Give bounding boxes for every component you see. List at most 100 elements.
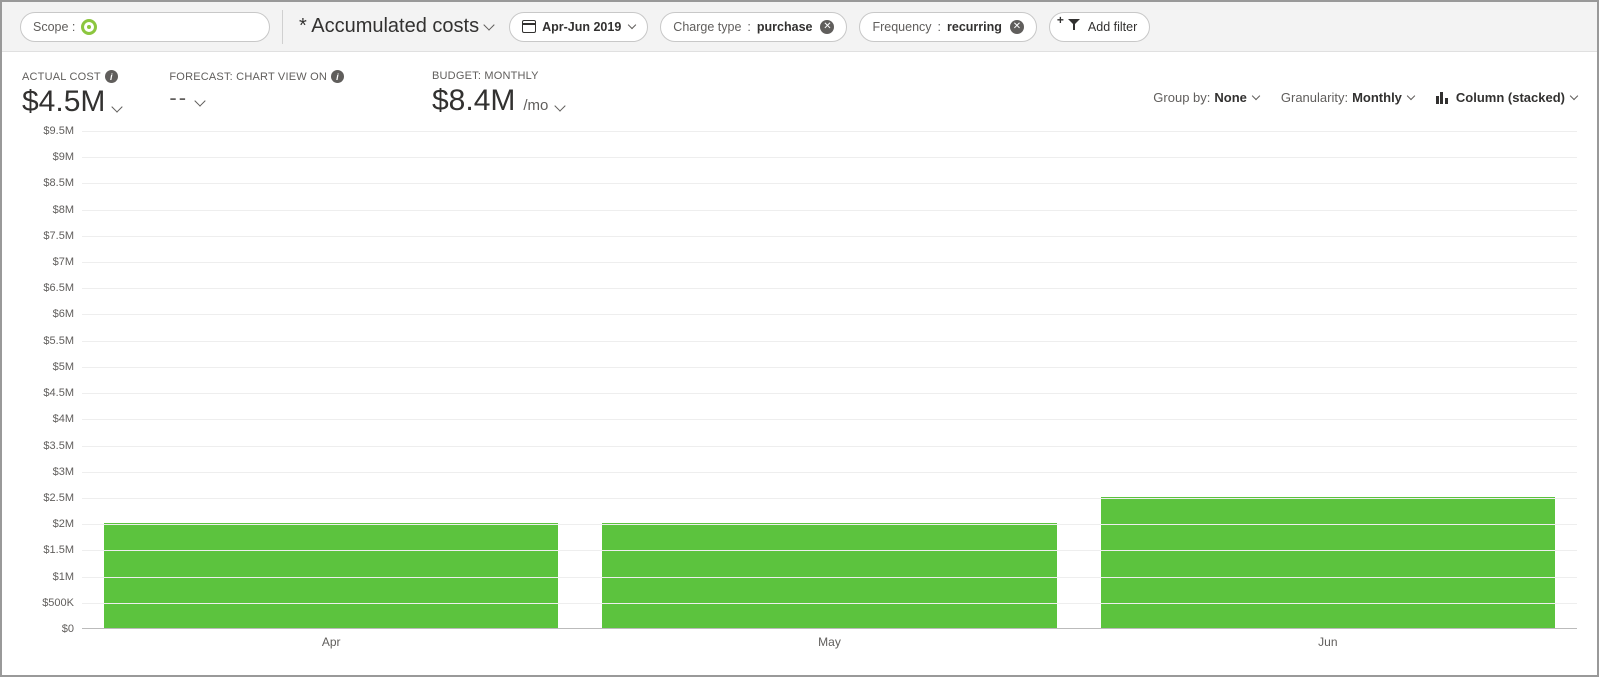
gridline — [82, 341, 1577, 342]
close-icon[interactable]: ✕ — [1010, 20, 1024, 34]
filter-colon: : — [747, 20, 750, 34]
filter-value: purchase — [757, 20, 813, 34]
gridline — [82, 157, 1577, 158]
kpi-value: -- — [169, 85, 188, 111]
y-tick-label: $500K — [22, 597, 74, 609]
y-tick-label: $8M — [22, 204, 74, 216]
toolbar: Scope : * Accumulated costs Apr-Jun 2019… — [2, 2, 1597, 52]
kpi-value: $4.5M — [22, 85, 105, 119]
chevron-down-icon — [628, 21, 636, 29]
kpi-row: ACTUAL COST i $4.5M FORECAST: CHART VIEW… — [2, 52, 1597, 123]
chart-controls: Group by: None Granularity: Monthly Colu… — [1153, 70, 1577, 105]
filter-value: recurring — [947, 20, 1002, 34]
info-icon[interactable]: i — [105, 70, 118, 83]
bar-slot — [580, 131, 1078, 628]
y-tick-label: $8.5M — [22, 177, 74, 189]
gridline — [82, 577, 1577, 578]
filter-chip-frequency[interactable]: Frequency : recurring ✕ — [859, 12, 1036, 42]
scope-icon — [81, 19, 97, 35]
gridline — [82, 524, 1577, 525]
add-filter-label: Add filter — [1088, 20, 1137, 34]
gridline — [82, 419, 1577, 420]
kpi-budget[interactable]: BUDGET: MONTHLY $8.4M /mo — [432, 70, 564, 118]
gridline — [82, 262, 1577, 263]
x-tick-label: Apr — [82, 635, 580, 649]
kpi-label: ACTUAL COST i — [22, 70, 121, 83]
gridline — [82, 472, 1577, 473]
gridline — [82, 131, 1577, 132]
column-chart-icon — [1436, 92, 1448, 104]
y-tick-label: $5.5M — [22, 335, 74, 347]
x-axis: AprMayJun — [82, 635, 1577, 649]
kpi-value: $8.4M — [432, 84, 515, 118]
kpi-label: BUDGET: MONTHLY — [432, 70, 564, 82]
gridline — [82, 550, 1577, 551]
gridline — [82, 367, 1577, 368]
kpi-forecast[interactable]: FORECAST: CHART VIEW ON i -- — [169, 70, 344, 111]
scope-selector[interactable]: Scope : — [20, 12, 270, 42]
gridline — [82, 603, 1577, 604]
kpi-actual-cost[interactable]: ACTUAL COST i $4.5M — [22, 70, 121, 119]
gridline — [82, 288, 1577, 289]
gridline — [82, 236, 1577, 237]
chevron-down-icon — [194, 95, 205, 106]
y-tick-label: $6M — [22, 308, 74, 320]
cost-chart: $0 $500K $1M $1.5M $2M $2.5M $3M $3.5M $4M $4.5M $… — [22, 131, 1577, 661]
y-tick-label: $3.5M — [22, 440, 74, 452]
bar-slot — [1079, 131, 1577, 628]
gridline — [82, 446, 1577, 447]
y-tick-label: $3M — [22, 466, 74, 478]
filter-chip-chargetype[interactable]: Charge type : purchase ✕ — [660, 12, 847, 42]
y-tick-label: $1.5M — [22, 544, 74, 556]
groupby-dropdown[interactable]: Group by: None — [1153, 90, 1259, 105]
y-tick-label: $2.5M — [22, 492, 74, 504]
kpi-label: FORECAST: CHART VIEW ON i — [169, 70, 344, 83]
divider — [282, 10, 283, 44]
chevron-down-icon — [483, 19, 494, 30]
scope-label: Scope : — [33, 20, 75, 34]
view-title-dropdown[interactable]: * Accumulated costs — [295, 15, 497, 38]
bar-slot — [82, 131, 580, 628]
view-title-text: * Accumulated costs — [299, 15, 479, 38]
y-tick-label: $9.5M — [22, 125, 74, 137]
bar[interactable] — [1101, 497, 1555, 628]
gridline — [82, 210, 1577, 211]
x-tick-label: May — [580, 635, 1078, 649]
bars-container — [82, 131, 1577, 628]
y-axis: $0$500K$1M$1.5M$2M$2.5M$3M$3.5M$4M$4.5M$… — [22, 131, 74, 629]
date-range-selector[interactable]: Apr-Jun 2019 — [509, 12, 648, 42]
chevron-down-icon — [555, 100, 566, 111]
y-tick-label: $4M — [22, 413, 74, 425]
plot-area — [82, 131, 1577, 629]
add-filter-button[interactable]: + Add filter — [1049, 12, 1150, 42]
plus-icon: + — [1057, 13, 1064, 27]
y-tick-label: $6.5M — [22, 282, 74, 294]
y-tick-label: $5M — [22, 361, 74, 373]
y-tick-label: $2M — [22, 518, 74, 530]
info-icon[interactable]: i — [331, 70, 344, 83]
y-tick-label: $1M — [22, 571, 74, 583]
charttype-dropdown[interactable]: Column (stacked) — [1436, 90, 1577, 105]
granularity-dropdown[interactable]: Granularity: Monthly — [1281, 90, 1414, 105]
filter-icon — [1068, 19, 1082, 31]
chevron-down-icon — [1252, 92, 1260, 100]
chevron-down-icon — [1570, 92, 1578, 100]
gridline — [82, 498, 1577, 499]
x-tick-label: Jun — [1079, 635, 1577, 649]
y-tick-label: $7.5M — [22, 230, 74, 242]
kpi-suffix: /mo — [523, 97, 548, 114]
chevron-down-icon — [112, 101, 123, 112]
y-tick-label: $0 — [22, 623, 74, 635]
gridline — [82, 183, 1577, 184]
filter-key: Charge type — [673, 20, 741, 34]
filter-colon: : — [938, 20, 941, 34]
y-tick-label: $7M — [22, 256, 74, 268]
y-tick-label: $4.5M — [22, 387, 74, 399]
calendar-icon — [522, 20, 536, 33]
gridline — [82, 314, 1577, 315]
date-range-text: Apr-Jun 2019 — [542, 20, 621, 34]
close-icon[interactable]: ✕ — [820, 20, 834, 34]
gridline — [82, 393, 1577, 394]
filter-key: Frequency — [872, 20, 931, 34]
chevron-down-icon — [1407, 92, 1415, 100]
